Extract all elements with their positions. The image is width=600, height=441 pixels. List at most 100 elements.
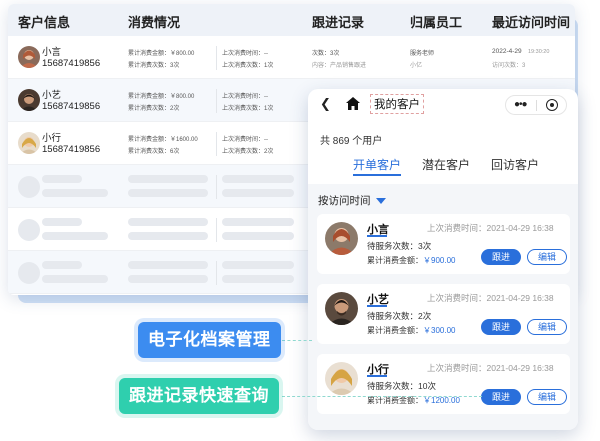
target-icon[interactable] <box>546 99 558 111</box>
divider <box>216 89 217 113</box>
divider <box>216 218 217 242</box>
avatar <box>325 362 358 395</box>
total-amount-value: ￥900.00 <box>423 256 456 265</box>
placeholder-bar <box>128 232 208 240</box>
visit-date: 2022-4-29 <box>492 48 522 55</box>
customer-name: 小艺 <box>42 90 62 101</box>
spend-amount: 累计消费金额：￥800.00 <box>128 94 195 100</box>
placeholder-bar <box>128 189 208 197</box>
placeholder-bar <box>42 175 82 183</box>
chevron-left-icon[interactable]: ❮ <box>320 97 331 110</box>
divider <box>216 46 217 70</box>
callout-connector <box>282 396 482 397</box>
pending-service-count: 待服务次数：10次 <box>367 381 436 391</box>
last-spend-count: 上次消费次数：1次 <box>222 63 274 69</box>
divider <box>216 175 217 199</box>
visit-time: 19:30:20 <box>528 48 550 55</box>
edit-button[interactable]: 编辑 <box>527 389 567 405</box>
divider <box>216 261 217 285</box>
name-underline <box>367 235 387 237</box>
staff-sub: 小亿 <box>410 63 423 69</box>
customer-name: 小言 <box>42 47 62 58</box>
header-staff: 归属员工 <box>410 15 463 30</box>
callout-connector <box>282 340 312 341</box>
customer-card[interactable]: 小艺 上次消费时间：2021-04-29 16:38 待服务次数：2次 累计消费… <box>317 284 570 344</box>
callout-follow-up-query: 跟进记录快速查询 <box>119 378 279 414</box>
divider <box>216 132 217 156</box>
last-spend-count: 上次消费次数：1次 <box>222 106 274 112</box>
header-consumption: 消费情况 <box>128 15 181 30</box>
placeholder-bar <box>42 218 82 226</box>
pending-service-count: 待服务次数：3次 <box>367 241 432 251</box>
placeholder-bar <box>42 189 108 197</box>
customer-card[interactable]: 小言 上次消费时间：2021-04-29 16:38 待服务次数：3次 累计消费… <box>317 214 570 274</box>
placeholder-bar <box>222 261 294 269</box>
callout-archive-management: 电子化档案管理 <box>138 322 281 358</box>
follow-up-button[interactable]: 跟进 <box>481 389 521 405</box>
total-amount-label: 累计消费金额： <box>367 256 423 265</box>
home-icon[interactable] <box>346 97 360 110</box>
pending-service-count: 待服务次数：2次 <box>367 311 432 321</box>
more-dots-icon[interactable]: ●•● <box>514 99 528 110</box>
spend-count: 累计消费次数：3次 <box>128 63 180 69</box>
name-underline <box>367 375 387 377</box>
edit-button[interactable]: 编辑 <box>527 319 567 335</box>
placeholder-bar <box>128 261 208 269</box>
customer-phone: 15687419856 <box>42 58 101 69</box>
edit-button[interactable]: 编辑 <box>527 249 567 265</box>
spend-amount: 累计消费金额：￥800.00 <box>128 51 195 57</box>
last-spend-time: 上次消费时间：-- <box>222 51 268 57</box>
table-header: 客户信息 消费情况 跟进记录 归属员工 最近访问时间 <box>8 4 575 36</box>
total-amount: 累计消费金额：￥300.00 <box>367 325 455 336</box>
avatar <box>18 46 40 68</box>
placeholder-bar <box>128 218 208 226</box>
follow-up-button[interactable]: 跟进 <box>481 319 521 335</box>
placeholder-bar <box>222 232 294 240</box>
mini-program-capsule: ●•● <box>505 95 567 115</box>
customer-phone: 15687419856 <box>42 101 101 112</box>
placeholder-bar <box>128 175 208 183</box>
placeholder-bar <box>42 261 82 269</box>
follow-up-button[interactable]: 跟进 <box>481 249 521 265</box>
placeholder-avatar <box>18 262 40 284</box>
active-tab-indicator <box>353 174 401 176</box>
tab-potential-customers[interactable]: 潜在客户 <box>422 156 470 173</box>
caret-down-icon[interactable] <box>376 198 386 204</box>
tab-revisit-customers[interactable]: 回访客户 <box>491 156 539 173</box>
placeholder-bar <box>128 275 208 283</box>
total-amount-value: ￥300.00 <box>423 326 456 335</box>
last-consume-time: 上次消费时间：2021-04-29 16:38 <box>427 363 554 373</box>
last-spend-time: 上次消费时间：-- <box>222 137 268 143</box>
header-follow-up: 跟进记录 <box>312 15 365 30</box>
nav-bar: ❮ 我的客户 ●•● <box>308 89 578 119</box>
total-amount: 累计消费金额：￥900.00 <box>367 255 455 266</box>
placeholder-avatar <box>18 219 40 241</box>
avatar <box>18 89 40 111</box>
customer-name: 小行 <box>42 133 62 144</box>
user-total: 共 869 个用户 <box>320 136 383 147</box>
placeholder-bar <box>222 218 294 226</box>
visit-count: 访问次数：3 <box>492 63 526 69</box>
staff-name: 服务老师 <box>410 51 435 57</box>
sort-by-visit-time[interactable]: 按访问时间 <box>318 193 371 208</box>
table-row[interactable]: 小言 15687419856 累计消费金额：￥800.00 累计消费次数：3次 … <box>8 36 575 79</box>
last-spend-time: 上次消费时间：-- <box>222 94 268 100</box>
customer-card[interactable]: 小行 上次消费时间：2021-04-29 16:38 待服务次数：10次 累计消… <box>317 354 570 414</box>
placeholder-bar <box>222 175 294 183</box>
header-last-visit: 最近访问时间 <box>492 15 571 30</box>
last-consume-time: 上次消费时间：2021-04-29 16:38 <box>427 293 554 303</box>
spend-amount: 累计消费金额：￥1600.00 <box>128 137 198 143</box>
last-consume-time: 上次消费时间：2021-04-29 16:38 <box>427 223 554 233</box>
spend-count: 累计消费次数：2次 <box>128 106 180 112</box>
tab-ordered-customers[interactable]: 开单客户 <box>353 156 401 173</box>
customer-phone: 15687419856 <box>42 144 101 155</box>
placeholder-bar <box>42 232 108 240</box>
page-title: 我的客户 <box>370 94 424 114</box>
follow-count: 次数：3次 <box>312 51 340 57</box>
avatar <box>18 132 40 154</box>
total-amount-value: ￥1200.00 <box>423 396 460 405</box>
spend-count: 累计消费次数：6次 <box>128 149 180 155</box>
placeholder-avatar <box>18 176 40 198</box>
placeholder-bar <box>222 275 294 283</box>
name-underline <box>367 305 387 307</box>
